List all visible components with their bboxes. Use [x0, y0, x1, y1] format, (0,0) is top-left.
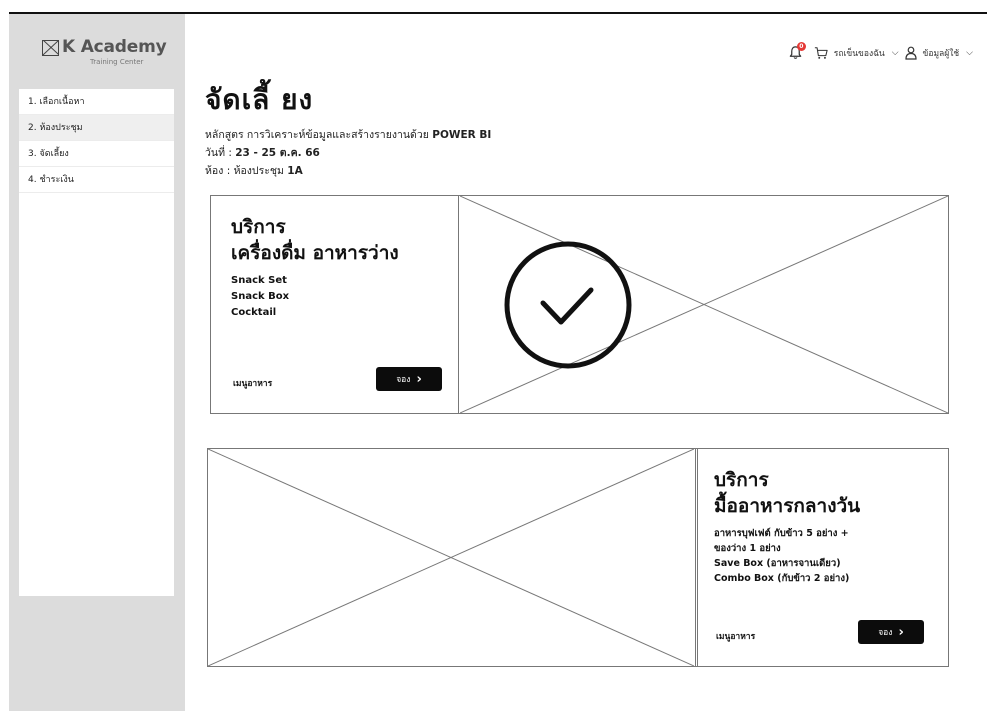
service-item: Snack Set: [231, 275, 287, 286]
user-icon[interactable]: [904, 46, 917, 60]
food-menu-link[interactable]: เมนูอาหาร: [233, 376, 272, 390]
room-prefix: ห้อง : ห้องประชุม: [205, 165, 288, 177]
service-info: บริการ มื้ออาหารกลางวัน อาหารบุฟเฟต์ กับ…: [695, 449, 948, 666]
service-item: Save Box (อาหารจานเดียว): [714, 558, 841, 569]
sidebar-item-catering[interactable]: 3. จัดเลี้ยง: [19, 141, 174, 167]
sidebar-item-select-content[interactable]: 1. เลือกเนื้อหา: [19, 89, 174, 115]
date-line: วันที่ : 23 - 25 ต.ค. 66: [205, 144, 320, 161]
service-subtitle: เครื่องดื่ม อาหารว่าง: [231, 242, 399, 264]
service-item: ของว่าง 1 อย่าง: [714, 543, 781, 554]
book-button-label: จอง: [396, 375, 411, 385]
service-info: บริการ เครื่องดื่ม อาหารว่าง Snack Set S…: [211, 196, 459, 413]
chevron-down-icon[interactable]: ⌵: [892, 48, 899, 58]
service-card-snacks[interactable]: บริการ เครื่องดื่ม อาหารว่าง Snack Set S…: [210, 195, 949, 414]
service-item: Snack Box: [231, 291, 290, 302]
step-menu: 1. เลือกเนื้อหา 2. ห้องประชุม 3. จัดเลี้…: [19, 89, 174, 596]
service-card-lunch[interactable]: บริการ มื้ออาหารกลางวัน อาหารบุฟเฟต์ กับ…: [207, 448, 949, 667]
service-title: บริการ: [714, 469, 769, 491]
room-line: ห้อง : ห้องประชุม 1A: [205, 162, 303, 179]
service-items: Snack Set Snack Box Cocktail: [231, 273, 399, 321]
date-value: 23 - 25 ต.ค. 66: [235, 147, 320, 159]
service-subtitle: มื้ออาหารกลางวัน: [714, 495, 861, 517]
sidebar-item-payment[interactable]: 4. ชำระเงิน: [19, 167, 174, 193]
food-menu-link[interactable]: เมนูอาหาร: [716, 629, 755, 643]
book-button-label: จอง: [878, 628, 893, 638]
service-items: อาหารบุฟเฟต์ กับข้าว 5 อย่าง + ของว่าง 1…: [714, 526, 860, 586]
logo-text: K Academy: [62, 37, 167, 57]
service-title: บริการ: [231, 216, 286, 238]
cart-icon[interactable]: [814, 46, 828, 60]
course-line: หลักสูตร การวิเคราะห์ข้อมูลและสร้างรายงา…: [205, 126, 491, 143]
notification-button[interactable]: 0: [788, 42, 806, 61]
date-prefix: วันที่ :: [205, 147, 236, 159]
room-value: 1A: [287, 165, 303, 177]
chevron-right-icon: ›: [898, 624, 904, 640]
course-name: POWER BI: [432, 129, 492, 141]
service-item: Combo Box (กับข้าว 2 อย่าง): [714, 573, 850, 584]
book-button[interactable]: จอง ›: [858, 620, 924, 644]
logo-icon: [42, 40, 59, 56]
logo-subtitle: Training Center: [90, 58, 144, 66]
logo[interactable]: K Academy Training Center: [20, 37, 174, 78]
user-label[interactable]: ข้อมูลผู้ใช้: [923, 46, 960, 60]
service-item: Cocktail: [231, 307, 277, 318]
check-circle-icon: [504, 241, 632, 369]
sidebar-item-meeting-room[interactable]: 2. ห้องประชุม: [19, 115, 174, 141]
book-button[interactable]: จอง ›: [376, 367, 442, 391]
notification-badge: 0: [796, 42, 806, 51]
cart-label[interactable]: รถเข็นของฉัน: [834, 46, 885, 60]
image-placeholder-icon: [208, 449, 694, 666]
chevron-down-icon[interactable]: ⌵: [966, 48, 973, 58]
top-bar: 0 รถเข็นของฉัน ⌵ ข้อมูลผู้ใช้ ⌵: [788, 42, 973, 64]
page-title: จัดเลี้ ยง: [205, 83, 314, 116]
chevron-right-icon: ›: [416, 371, 422, 387]
sidebar: K Academy Training Center 1. เลือกเนื้อห…: [9, 14, 185, 711]
service-item: อาหารบุฟเฟต์ กับข้าว 5 อย่าง +: [714, 528, 849, 539]
course-prefix: หลักสูตร การวิเคราะห์ข้อมูลและสร้างรายงา…: [205, 129, 433, 141]
